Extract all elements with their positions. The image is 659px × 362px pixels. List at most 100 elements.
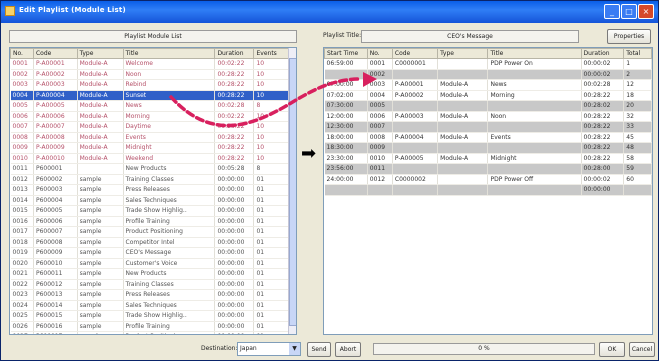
- cell-total: 59: [623, 163, 652, 175]
- cell-events: 10: [253, 69, 289, 80]
- cell-type: Module-A: [77, 121, 124, 133]
- module-row[interactable]: 0024 P600014 sample Sales Techniques 00:00:0…: [10, 300, 289, 311]
- title-bar[interactable]: Edit Playlist (Module List) _ □ ×: [1, 1, 658, 23]
- cell-start: [324, 69, 368, 80]
- module-row[interactable]: 0011 P600001 New Products 00:05:28 8: [10, 163, 289, 175]
- cell-no: 0011: [367, 163, 393, 175]
- module-row[interactable]: 0025 P600015 sample Trade Show Highlig.. 00:…: [10, 310, 289, 322]
- module-row[interactable]: 0005 P-A00005 Module-A News 00:02:28 8: [10, 100, 289, 112]
- module-list-table[interactable]: No. Code Type Title Duration Events 0001 P-A00…: [9, 47, 297, 335]
- module-row[interactable]: 0003 P-A00003 Module-A Rebind 00:28:22 10: [10, 79, 289, 91]
- playlist-row[interactable]: 06:59:00 0001 C0000001 PDP Power On 00:00:02…: [324, 58, 652, 70]
- module-row[interactable]: 0027P600017sampleProduct Positioning00:0…: [10, 331, 289, 334]
- add-arrow-icon[interactable]: ➡: [301, 143, 316, 164]
- cell-title: Press Releases: [123, 289, 216, 301]
- cell-events: 01: [253, 205, 289, 217]
- cell-code: P600009: [33, 247, 78, 259]
- cell-duration: 00:00:00: [214, 216, 255, 227]
- properties-button[interactable]: Properties: [607, 29, 651, 44]
- module-row[interactable]: 0006 P-A00006 Module-A Morning 00:02:22 10: [10, 111, 289, 122]
- cell-duration: 00:00:00: [214, 195, 255, 206]
- module-row[interactable]: 0016 P600006 sample Profile Training 00:00:0…: [10, 216, 289, 227]
- playlist-table[interactable]: Start Time No. Code Type Title Duration Total …: [323, 47, 653, 335]
- cell-code: P600007: [33, 226, 78, 238]
- cell-total: 48: [623, 142, 652, 154]
- playlist-row[interactable]: 23:56:00 0011 00:28:00 59: [324, 163, 652, 175]
- cell-duration: 00:00:02: [581, 69, 625, 80]
- module-row[interactable]: 0026 P600016 sample Profile Training 00:00:0…: [10, 321, 289, 332]
- cell-code: P-A00004: [33, 90, 78, 101]
- playlist-row[interactable]: 12:00:00 0006 P-A00003 Module-A Noon 00:28:22…: [324, 111, 652, 122]
- playlist-row[interactable]: 23:30:00 0010 P-A00005 Module-A Midnight 00:2…: [324, 153, 652, 164]
- cell-duration: 00:28:22: [214, 121, 255, 133]
- playlist-row[interactable]: 18:30:00 0009 00:28:22 48: [324, 142, 652, 154]
- cell-code: P-A00001: [392, 79, 439, 91]
- module-row[interactable]: 0014 P600004 sample Sales Techniques 00:00:0…: [10, 195, 289, 206]
- playlist-row[interactable]: 00:00:00: [324, 184, 652, 196]
- cell-code: [392, 163, 439, 175]
- module-row[interactable]: 0023 P600013 sample Press Releases 00:00:00 0…: [10, 289, 289, 301]
- playlist-row[interactable]: 07:02:00 0004 P-A00002 Module-A Morning 00:28…: [324, 90, 652, 101]
- scrollbar-thumb[interactable]: [289, 58, 296, 326]
- cell-type: sample: [77, 216, 124, 227]
- cell-duration: 00:02:22: [214, 58, 255, 70]
- module-row[interactable]: 0008 P-A00008 Module-A Events 00:28:22 10: [10, 132, 289, 143]
- cell-start: 12:30:00: [324, 121, 368, 133]
- module-list-scrollbar[interactable]: [288, 48, 296, 334]
- module-row[interactable]: 0001 P-A00001 Module-A Welcome 00:02:22 10: [10, 58, 289, 70]
- cell-duration: 00:00:00: [214, 237, 255, 248]
- cancel-button[interactable]: Cancel: [629, 342, 655, 357]
- destination-select[interactable]: Japan ▼: [237, 342, 301, 356]
- cell-start: 23:56:00: [324, 163, 368, 175]
- cell-type: Module-A: [77, 100, 124, 112]
- chevron-down-icon[interactable]: ▼: [289, 343, 300, 355]
- cell-title: Profile Training: [123, 216, 216, 227]
- send-button[interactable]: Send: [307, 342, 331, 357]
- cell-code: P-A00003: [392, 111, 439, 122]
- destination-value: Japan: [240, 345, 257, 352]
- cell-title: [487, 121, 582, 133]
- module-row[interactable]: 0019 P600009 sample CEO's Message 00:00:00 01: [10, 247, 289, 259]
- module-row[interactable]: 0018 P600008 sample Competitor Intel 00:00:0…: [10, 237, 289, 248]
- cell-title: Product Positioning: [123, 331, 216, 334]
- cell-start: 23:30:00: [324, 153, 368, 164]
- cell-type: Module-A: [77, 132, 124, 143]
- cell-duration: 00:00:00: [214, 205, 255, 217]
- module-row[interactable]: 0022 P600012 sample Training Classes 00:00:0…: [10, 279, 289, 290]
- close-button[interactable]: ×: [638, 4, 654, 19]
- module-row[interactable]: 0009 P-A00009 Module-A Midnight 00:28:22 10: [10, 142, 289, 154]
- ok-button[interactable]: OK: [599, 342, 625, 357]
- module-row[interactable]: 0020 P600010 sample Customer's Voice 00:00:0…: [10, 258, 289, 269]
- playlist-title-field[interactable]: CEO's Message: [361, 30, 579, 43]
- playlist-row[interactable]: 07:00:00 0003 P-A00001 Module-A News 00:02:28…: [324, 79, 652, 91]
- module-row[interactable]: 0017 P600007 sample Product Positioning 00:0…: [10, 226, 289, 238]
- module-row[interactable]: 0007 P-A00007 Module-A Daytime 00:28:22 10: [10, 121, 289, 133]
- playlist-row[interactable]: 07:30:00 0005 00:28:02 20: [324, 100, 652, 112]
- minimize-button[interactable]: _: [604, 4, 620, 19]
- module-row[interactable]: 0002 P-A00002 Module-A Noon 00:28:22 10: [10, 69, 289, 80]
- playlist-row[interactable]: 18:00:00 0008 P-A00004 Module-A Events 00:28:…: [324, 132, 652, 143]
- module-row[interactable]: 0004 P-A00004 Module-A Sunset 00:28:22 10: [10, 90, 289, 101]
- playlist-row[interactable]: 24:00:00 0012 C0000002 PDP Power Off 00:00:0…: [324, 174, 652, 185]
- playlist-row[interactable]: 0002 00:00:02 2: [324, 69, 652, 80]
- module-row[interactable]: 0021 P600011 sample New Products 00:00:00 01: [10, 268, 289, 280]
- cell-no: 0012: [367, 174, 393, 185]
- cell-title: Press Releases: [123, 184, 216, 196]
- module-row[interactable]: 0010 P-A00010 Module-A Weekend 00:28:22 10: [10, 153, 289, 164]
- cell-type: [437, 142, 489, 154]
- cell-no: 0005: [367, 100, 393, 112]
- module-row[interactable]: 0012 P600002 sample Training Classes 00:00:0…: [10, 174, 289, 185]
- abort-button[interactable]: Abort: [335, 342, 361, 357]
- cell-no: 0019: [10, 247, 34, 259]
- cell-events: 01: [253, 258, 289, 269]
- cell-no: 0002: [367, 69, 393, 80]
- cell-title: Events: [123, 132, 216, 143]
- cell-duration: 00:00:00: [214, 226, 255, 238]
- cell-events: 01: [253, 247, 289, 259]
- module-row[interactable]: 0013 P600003 sample Press Releases 00:00:00 0…: [10, 184, 289, 196]
- column-header: Total: [623, 48, 652, 59]
- playlist-row[interactable]: 12:30:00 0007 00:28:22 33: [324, 121, 652, 133]
- module-row[interactable]: 0015 P600005 sample Trade Show Highlig.. 00:…: [10, 205, 289, 217]
- cell-code: P-A00009: [33, 142, 78, 154]
- maximize-button[interactable]: □: [621, 4, 637, 19]
